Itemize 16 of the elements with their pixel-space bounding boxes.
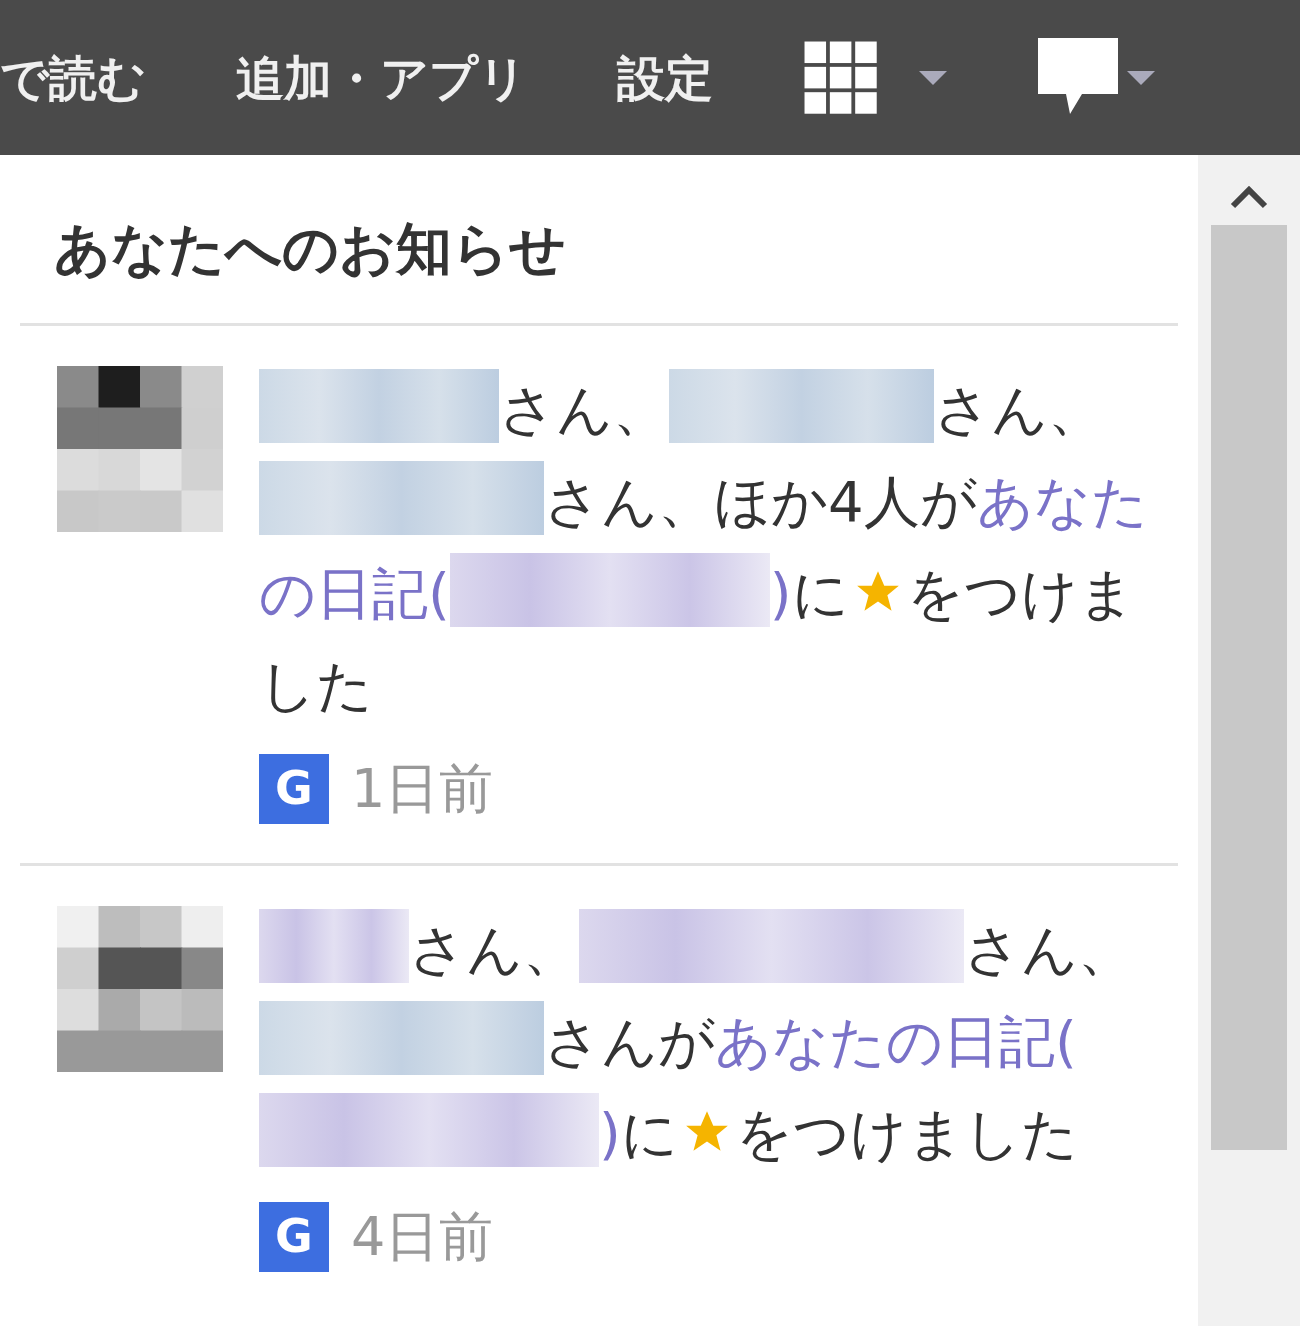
apps-grid-icon[interactable] [803, 39, 879, 116]
panel-title: あなたへのお知らせ [20, 155, 1178, 326]
scrollbar[interactable] [1198, 155, 1300, 1326]
notification-text: さん、 さん、 さん、ほか4人があなたの日記( )に をつけました [259, 364, 1169, 732]
google-badge: G [259, 1201, 329, 1272]
menu-link[interactable]: で読む [0, 41, 146, 114]
caret-icon[interactable] [919, 70, 947, 85]
scrollbar-thumb[interactable] [1211, 225, 1287, 1150]
scroll-up-icon[interactable] [1229, 185, 1269, 211]
caret-icon[interactable] [1127, 70, 1155, 85]
google-badge: G [259, 753, 329, 824]
notification-text: さん、 さん、 さんがあなたの日記( )に をつけました [259, 904, 1169, 1180]
timestamp: 1日前 [351, 756, 494, 822]
timestamp: 4日前 [351, 1204, 494, 1270]
menu-link[interactable]: 追加・アプリ [236, 41, 527, 114]
menu-link[interactable]: 設定 [617, 41, 713, 114]
